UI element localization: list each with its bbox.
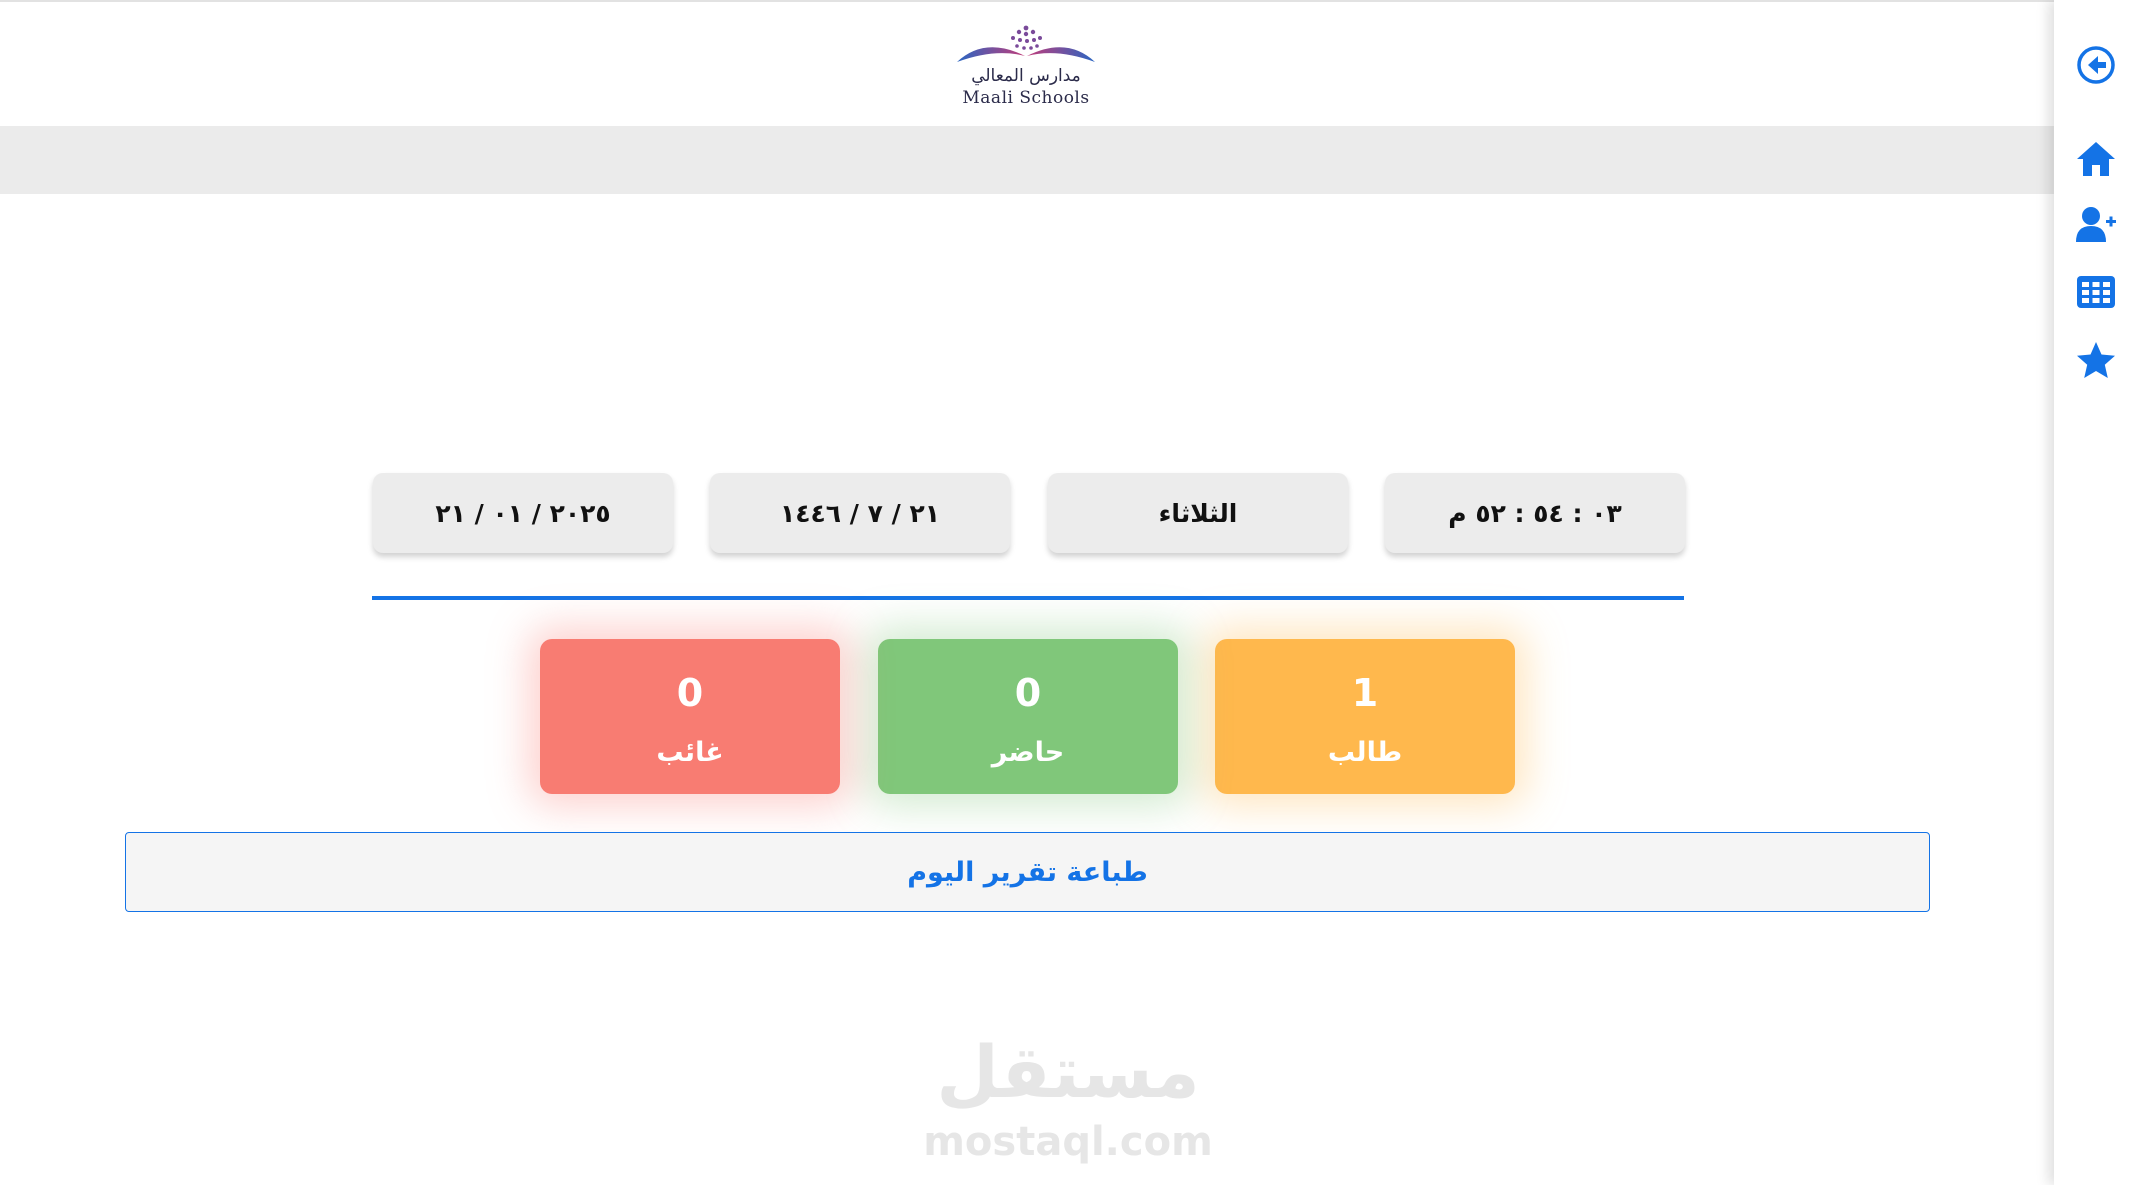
star-icon[interactable] bbox=[2075, 340, 2117, 382]
absent-label: غائب bbox=[656, 737, 724, 768]
time-card: ٠٣ : ٥٤ : ٥٢ م bbox=[1385, 473, 1685, 553]
watermark-arabic: مستقل bbox=[936, 1030, 1200, 1114]
home-icon[interactable] bbox=[2075, 138, 2117, 180]
hijri-date-card: ٢١ / ٧ / ١٤٤٦ bbox=[710, 473, 1010, 553]
table-grid-icon[interactable] bbox=[2075, 271, 2117, 313]
day-card: الثلاثاء bbox=[1048, 473, 1348, 553]
print-daily-report-button[interactable]: طباعة تقرير اليوم bbox=[125, 832, 1930, 912]
hijri-date-text: ٢١ / ٧ / ١٤٤٦ bbox=[780, 498, 940, 528]
header-band bbox=[0, 126, 2054, 194]
user-plus-icon[interactable] bbox=[2075, 204, 2117, 246]
sidebar bbox=[2054, 0, 2136, 1185]
gregorian-date-card: ٢٠٢٥ / ٠١ / ٢١ bbox=[373, 473, 673, 553]
absent-stat-card: 0 غائب bbox=[540, 639, 840, 794]
section-divider bbox=[372, 596, 1684, 600]
logo-arabic-text: مدارس المعالي bbox=[971, 66, 1081, 86]
present-label: حاضر bbox=[991, 737, 1065, 768]
time-text: ٠٣ : ٥٤ : ٥٢ م bbox=[1448, 498, 1622, 528]
arrow-circle-left-icon[interactable] bbox=[2075, 44, 2117, 86]
maali-schools-logo: مدارس المعالي Maali Schools bbox=[955, 22, 1097, 112]
students-stat-card: 1 طالب bbox=[1215, 639, 1515, 794]
present-count: 0 bbox=[1014, 671, 1042, 715]
day-text: الثلاثاء bbox=[1158, 498, 1238, 528]
gregorian-date-text: ٢٠٢٥ / ٠١ / ٢١ bbox=[435, 498, 611, 528]
watermark-english: mostaql.com bbox=[923, 1119, 1213, 1165]
watermark: مستقل mostaql.com bbox=[900, 1027, 1236, 1177]
students-label: طالب bbox=[1327, 737, 1403, 768]
logo-english-text: Maali Schools bbox=[962, 88, 1090, 108]
absent-count: 0 bbox=[676, 671, 704, 715]
app-page: مدارس المعالي Maali Schools ٠٣ : ٥٤ : ٥٢… bbox=[0, 0, 2136, 1185]
students-count: 1 bbox=[1351, 671, 1379, 715]
logo-emblem-icon bbox=[957, 25, 1095, 62]
main-content: مدارس المعالي Maali Schools ٠٣ : ٥٤ : ٥٢… bbox=[0, 0, 2054, 1185]
present-stat-card: 0 حاضر bbox=[878, 639, 1178, 794]
